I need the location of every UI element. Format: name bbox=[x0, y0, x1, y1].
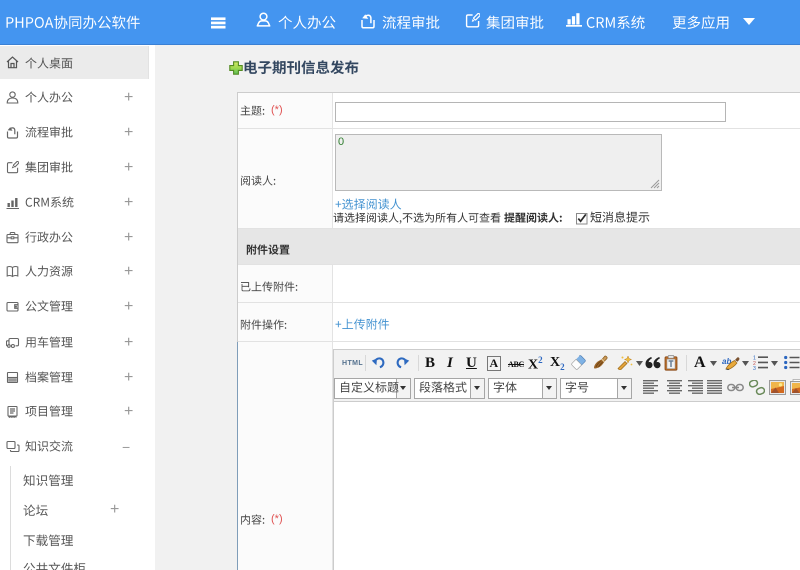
svg-text:3: 3 bbox=[753, 366, 756, 370]
